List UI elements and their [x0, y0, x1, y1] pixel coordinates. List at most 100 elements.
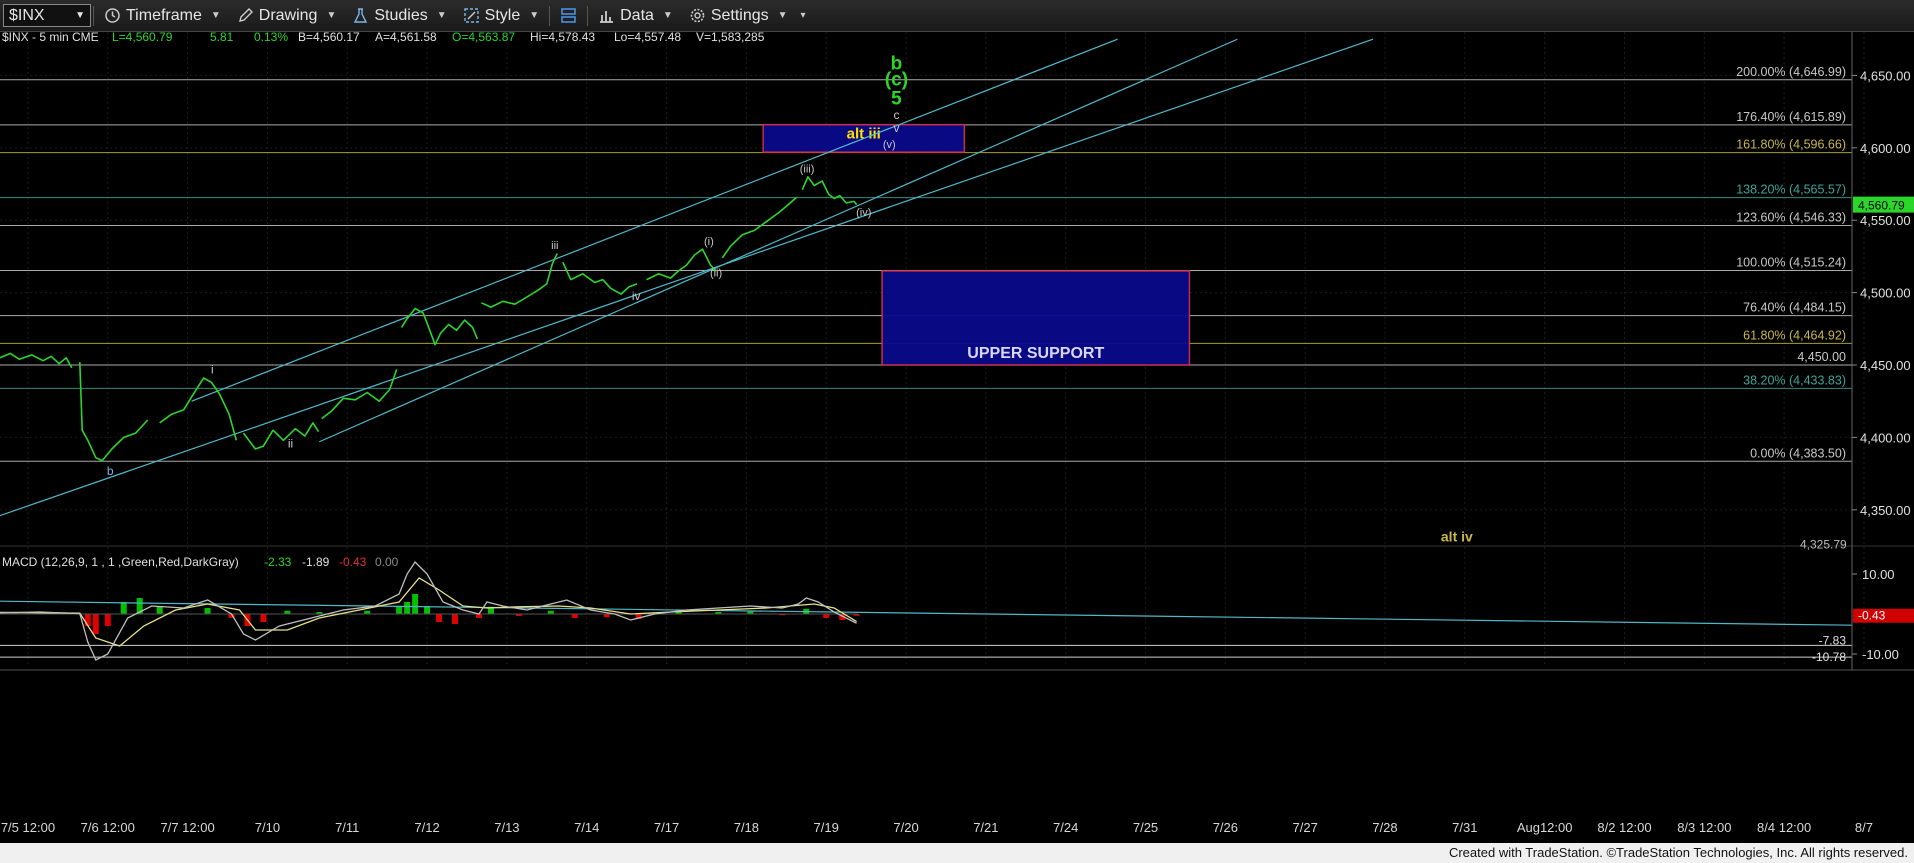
fib-level-label: 0.00% (4,383.50) [1750, 446, 1846, 460]
macd-histogram-bar [104, 614, 111, 626]
macd-histogram-bar [204, 608, 211, 614]
macd-histogram-bar [571, 614, 578, 618]
time-tick-label: 7/25 [1133, 820, 1158, 835]
studies-menu[interactable]: Studies ▼ [344, 0, 454, 31]
macd-histogram-bar [436, 614, 443, 622]
time-tick-label: 8/3 12:00 [1677, 820, 1731, 835]
time-tick-label: 7/14 [574, 820, 599, 835]
macd-histogram-bar [412, 594, 419, 614]
price-tick-label: 4,500.00 [1860, 286, 1911, 301]
fib-level-label: 61.80% (4,464.92) [1743, 328, 1846, 342]
toolbar-divider [549, 5, 551, 26]
time-tick-label: 7/28 [1372, 820, 1397, 835]
clock-icon [105, 8, 120, 23]
macd-level-label: -7.83 [1819, 633, 1847, 647]
layout-button[interactable] [552, 0, 585, 31]
symbol-text: $INX [9, 6, 45, 24]
price-tick-label: 4,400.00 [1860, 430, 1911, 445]
caret-down-icon: ▼ [436, 10, 447, 21]
macd-header: MACD (12,26,9, 1 , 1 ,Green,Red,DarkGray… [2, 555, 399, 569]
price-chart[interactable]: 200.00% (4,646.99) 176.40% (4,615.89) 161.… [0, 32, 1914, 843]
last-price-label: 4,560.79 [1858, 199, 1905, 213]
wave-label: (ii) [710, 268, 722, 280]
macd-histogram-bar [404, 602, 411, 614]
zone-box-label: UPPER SUPPORT [967, 345, 1104, 362]
fib-level-label: 38.20% (4,433.83) [1743, 373, 1846, 387]
timeframe-menu[interactable]: Timeframe ▼ [96, 0, 229, 31]
last-price: L=4,560.79 [112, 32, 173, 44]
timeframe-label: Timeframe [126, 6, 202, 24]
time-tick-label: 7/27 [1293, 820, 1318, 835]
wave-label: ii [288, 437, 293, 451]
wave-label: v [893, 121, 899, 135]
macd-histogram-bar [452, 614, 459, 624]
time-tick-label: 7/19 [814, 820, 839, 835]
flask-icon [354, 8, 368, 23]
time-tick-label: 7/12 [414, 820, 439, 835]
macd-tick-label: -10.00 [1862, 647, 1899, 662]
macd-histogram-bar [92, 614, 99, 634]
macd-histogram-bar [260, 614, 267, 622]
fib-level-label: 176.40% (4,615.89) [1736, 110, 1846, 124]
chevron-down-icon: ▼ [75, 10, 85, 21]
volume: V=1,583,285 [696, 32, 765, 44]
time-tick-label: 7/18 [734, 820, 759, 835]
price-tick-label: 4,550.00 [1860, 213, 1911, 228]
price-tick-label: 4,350.00 [1860, 503, 1911, 518]
time-tick-label: 7/21 [973, 820, 998, 835]
layout-icon [561, 8, 576, 23]
wave-label: b [891, 54, 903, 75]
caret-down-icon: ▼ [326, 10, 337, 21]
fib-level-label: 138.20% (4,565.57) [1736, 183, 1846, 197]
wave-label: (i) [704, 236, 714, 248]
copyright-footer: Created with TradeStation. ©TradeStation… [0, 843, 1914, 863]
time-tick-label: 7/7 12:00 [160, 820, 214, 835]
macd-diff-value: -0.43 [339, 555, 367, 569]
time-tick-label: 8/4 12:00 [1757, 820, 1811, 835]
time-tick-label: 7/10 [255, 820, 280, 835]
drawing-menu[interactable]: Drawing ▼ [229, 0, 345, 31]
toolbar-divider [587, 5, 589, 26]
bar-chart-icon [600, 11, 614, 23]
time-tick-label: 7/5 12:00 [1, 820, 55, 835]
macd-histogram-bar [396, 606, 403, 614]
caret-down-icon: ▼ [662, 10, 673, 21]
studies-label: Studies [374, 6, 428, 24]
macd-signal-value: -1.89 [302, 555, 330, 569]
low-price: Lo=4,557.48 [614, 32, 681, 44]
time-tick-label: 8/7 [1855, 820, 1873, 835]
price-tick-label: 4,600.00 [1860, 141, 1911, 156]
wave-label: c [893, 108, 899, 122]
time-tick-label: 7/24 [1053, 820, 1078, 835]
price-tick-label: 4,450.00 [1860, 358, 1911, 373]
chart-header: $INX - 5 min CME L=4,560.79 5.81 0.13% B… [2, 32, 765, 44]
time-tick-label: 7/31 [1452, 820, 1477, 835]
net-change: 5.81 [210, 32, 234, 44]
price-tick-label: 4,650.00 [1860, 68, 1911, 83]
bid-price: B=4,560.17 [298, 32, 360, 44]
high-price: Hi=4,578.43 [530, 32, 595, 44]
macd-histogram-bar [120, 602, 127, 614]
time-tick-label: 7/11 [335, 820, 359, 835]
macd-histogram-bar [84, 614, 91, 626]
pencil-icon [238, 8, 253, 22]
macd-value: -2.33 [264, 555, 292, 569]
wave-label: i [211, 363, 214, 377]
wave-label: iv [632, 289, 641, 303]
fib-level-label: 161.80% (4,596.66) [1736, 138, 1846, 152]
symbol-info: $INX - 5 min CME [2, 32, 99, 44]
toolbar: $INX ▼ Timeframe ▼ Drawing ▼ Studies ▼ S… [0, 0, 1914, 32]
fib-level-label: 200.00% (4,646.99) [1736, 65, 1846, 79]
wave-label: alt iv [1441, 529, 1473, 545]
symbol-input[interactable]: $INX ▼ [3, 4, 91, 27]
macd-title: MACD (12,26,9, 1 , 1 ,Green,Red,DarkGray… [2, 555, 239, 569]
style-menu[interactable]: Style ▼ [455, 0, 547, 31]
fib-level-label: 100.00% (4,515.24) [1736, 256, 1846, 270]
wave-label: iii [551, 240, 558, 252]
time-tick-label: 7/17 [654, 820, 679, 835]
data-menu[interactable]: Data ▼ [590, 0, 681, 31]
settings-menu[interactable]: Settings ▼ ▾ [681, 0, 814, 31]
caret-down-icon: ▼ [529, 10, 540, 21]
time-tick-label: 7/20 [893, 820, 918, 835]
open-price: O=4,563.87 [452, 32, 515, 44]
